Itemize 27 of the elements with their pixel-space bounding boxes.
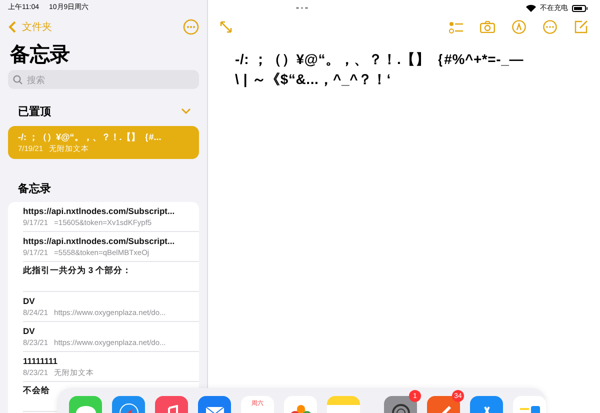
- note-title: -/: ；（）¥@“。，、？！.【】｛#...: [18, 131, 162, 144]
- section-heading: 已置顶: [18, 104, 51, 118]
- search-field[interactable]: 搜索: [8, 70, 199, 89]
- chevron-left-icon: [8, 21, 16, 33]
- search-icon: [13, 75, 23, 85]
- note-title[interactable]: 不会给: [23, 385, 50, 397]
- note-title[interactable]: https://api.nxtlnodes.com/Subscript...: [23, 236, 175, 246]
- expand-icon[interactable]: [220, 21, 232, 33]
- more-icon[interactable]: [183, 19, 199, 35]
- wifi-icon: [526, 4, 536, 12]
- note-text-line: -/: ；（）¥@“。，、？！.【】｛#%^+*=-_—: [235, 50, 524, 69]
- chevron-down-icon[interactable]: [181, 108, 191, 114]
- more-icon[interactable]: [543, 20, 557, 34]
- sidebar-title: 备忘录: [10, 42, 71, 68]
- compose-icon[interactable]: [574, 20, 588, 34]
- note-title[interactable]: DV: [23, 296, 35, 306]
- note-title[interactable]: 此指引一共分为 3 个部分：: [23, 265, 132, 277]
- markup-pen-icon[interactable]: [512, 20, 526, 34]
- note-text-line: \ | ～《$“&...，^_^？！‘: [235, 70, 392, 89]
- note-title[interactable]: DV: [23, 326, 35, 336]
- note-title[interactable]: 11111111: [23, 356, 58, 366]
- section-heading: 备忘录: [18, 181, 51, 196]
- note-title[interactable]: https://api.nxtlnodes.com/Subscript...: [23, 206, 175, 216]
- battery-icon: [572, 4, 588, 12]
- multitask-dots-icon[interactable]: [296, 6, 308, 10]
- checklist-icon[interactable]: [449, 20, 463, 34]
- camera-icon[interactable]: [480, 21, 495, 33]
